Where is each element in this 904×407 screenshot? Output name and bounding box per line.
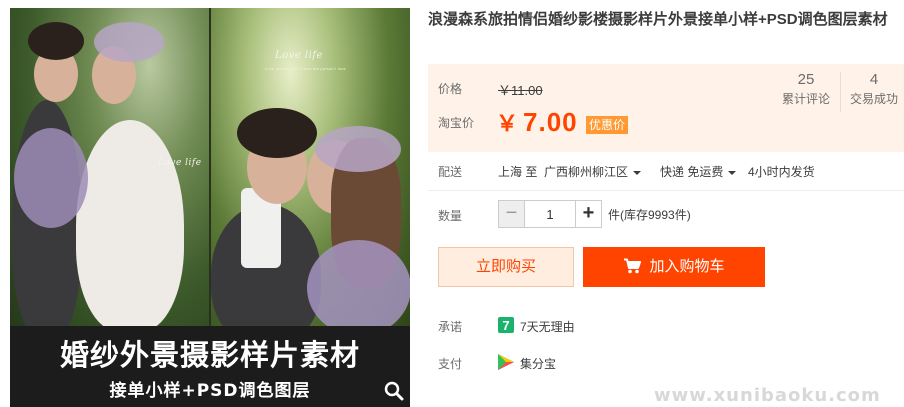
bride-dress xyxy=(76,120,184,330)
promo-tag: 优惠价 xyxy=(586,116,629,134)
quantity-increase-button[interactable]: + xyxy=(575,201,601,227)
add-to-cart-label: 加入购物车 xyxy=(649,258,725,275)
ship-to-selector[interactable]: 广西柳州柳江区 xyxy=(544,163,642,180)
stock-text: 件(库存9993件) xyxy=(608,208,691,222)
cart-icon xyxy=(624,258,642,274)
jifenbao-icon[interactable] xyxy=(498,354,514,370)
quantity-label: 数量 xyxy=(438,209,463,223)
shipping-label: 配送 xyxy=(438,165,463,179)
love-life-text-right: Love life xyxy=(275,50,323,61)
price-panel: 价格 ￥11.00 淘宝价 ￥ 7.00 优惠价 25 累计评论 4 交易成功 xyxy=(428,64,904,152)
banner-subtitle: 接单小样+PSD调色图层 xyxy=(109,381,311,401)
ship-to: 广西柳州柳江区 xyxy=(544,165,629,179)
wedding-photo-right: Love life Love means that I know the per… xyxy=(211,8,410,330)
reviews-stat[interactable]: 25 累计评论 xyxy=(778,70,834,108)
quantity-input[interactable] xyxy=(525,201,575,227)
quantity-stepper: − + xyxy=(498,200,602,228)
deals-label: 交易成功 xyxy=(849,92,898,106)
groom-hair-right xyxy=(237,108,317,158)
dispatch-time: 4小时内发货 xyxy=(748,165,815,179)
chevron-down-icon xyxy=(728,170,737,175)
reviews-label: 累计评论 xyxy=(781,92,830,106)
image-banner: 婚纱外景摄影样片素材 接单小样+PSD调色图层 xyxy=(10,326,410,407)
taobao-price-label: 淘宝价 xyxy=(438,116,475,130)
love-life-text-left: Love life xyxy=(158,158,202,168)
seven-day-return-icon[interactable]: 7 xyxy=(498,317,514,333)
product-title: 浪漫森系旅拍情侣婚纱影楼摄影样片外景接单小样+PSD调色图层素材 xyxy=(428,11,888,28)
product-main-image[interactable]: Love life Love life Love means that I kn… xyxy=(10,8,410,407)
original-price: ￥11.00 xyxy=(498,83,543,98)
lavender-bouquet-right xyxy=(307,240,410,330)
deals-count: 4 xyxy=(869,71,879,88)
promise-label: 承诺 xyxy=(438,320,463,334)
price-label: 价格 xyxy=(438,82,463,96)
payment-label: 支付 xyxy=(438,357,463,371)
payment-text[interactable]: 集分宝 xyxy=(520,355,556,372)
current-price: ￥ 7.00 xyxy=(496,106,578,138)
flower-crown-right xyxy=(315,126,401,172)
quantity-decrease-button[interactable]: − xyxy=(499,201,525,227)
shipping-method: 快递 免运费 xyxy=(660,165,724,179)
reviews-count: 25 xyxy=(797,71,815,88)
flower-crown xyxy=(94,22,164,62)
deals-stat[interactable]: 4 交易成功 xyxy=(846,70,902,108)
love-life-subtext: Love means that I know the person I love xyxy=(265,66,346,71)
promise-text[interactable]: 7天无理由 xyxy=(520,318,575,335)
magnifier-icon[interactable] xyxy=(384,381,404,401)
shipping-method-selector[interactable]: 快递 免运费 xyxy=(660,163,737,180)
groom-hair xyxy=(28,22,84,60)
wedding-photo-left: Love life xyxy=(10,8,209,330)
watermark: www.xunibaoku.com xyxy=(654,385,881,406)
chevron-down-icon xyxy=(633,170,642,175)
divider xyxy=(428,190,904,191)
buy-now-button[interactable]: 立即购买 xyxy=(438,247,574,287)
currency-symbol: ￥ xyxy=(496,111,520,136)
add-to-cart-button[interactable]: 加入购物车 xyxy=(583,247,765,287)
ship-from: 上海 至 xyxy=(498,165,538,179)
stat-divider xyxy=(840,72,841,112)
banner-title: 婚纱外景摄影样片素材 xyxy=(59,338,360,372)
current-price-value: 7.00 xyxy=(523,107,578,137)
badge-char: 7 xyxy=(502,318,509,333)
lavender-bouquet xyxy=(14,128,88,228)
